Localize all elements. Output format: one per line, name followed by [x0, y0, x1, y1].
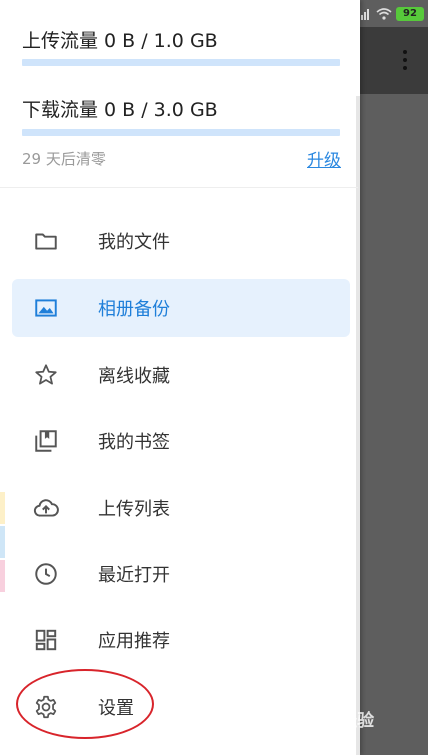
upload-quota: 上传流量 0 B / 1.0 GB [22, 26, 342, 66]
watermark: Bai 经验 [304, 711, 375, 731]
download-quota: 下载流量 0 B / 3.0 GB [22, 95, 342, 136]
menu-item-label: 离线收藏 [98, 366, 170, 387]
cloud-upload-icon [32, 494, 60, 522]
menu-item-photo-backup[interactable]: 相册备份 [12, 279, 350, 337]
wifi-icon [376, 8, 392, 20]
navigation-drawer: 上传流量 0 B / 1.0 GB 下载流量 0 B / 3.0 GB 29 天… [0, 0, 360, 755]
menu-item-label: 相册备份 [98, 299, 170, 320]
edge-strip-yellow [0, 492, 5, 524]
image-icon [32, 294, 60, 322]
drawer-scrollbar[interactable] [356, 96, 360, 755]
download-quota-bar [22, 129, 340, 136]
signal-icon [358, 8, 372, 20]
upload-quota-label: 上传流量 0 B / 1.0 GB [22, 30, 218, 52]
menu-item-recently-opened[interactable]: 最近打开 [12, 545, 350, 603]
quota-reset-text: 29 天后清零 [22, 150, 106, 168]
more-options-icon[interactable] [398, 50, 412, 74]
annotation-circle [16, 669, 154, 739]
menu-item-label: 我的文件 [98, 232, 170, 253]
menu-item-app-recommendations[interactable]: 应用推荐 [12, 611, 350, 669]
menu-item-offline-favorites[interactable]: 离线收藏 [12, 346, 350, 404]
edge-strip-pink [0, 560, 5, 592]
menu-item-label: 我的书签 [98, 432, 170, 453]
menu-item-label: 应用推荐 [98, 631, 170, 652]
dashboard-icon [32, 626, 60, 654]
upgrade-link[interactable]: 升级 [307, 146, 341, 171]
star-icon [32, 361, 60, 389]
battery-indicator: 92 [396, 7, 424, 21]
menu-item-label: 最近打开 [98, 565, 170, 586]
edge-strip-blue [0, 526, 5, 558]
menu-item-label: 上传列表 [98, 499, 170, 520]
upload-quota-bar [22, 59, 340, 66]
status-bar: 92 [358, 6, 424, 22]
clock-icon [32, 560, 60, 588]
menu-item-my-files[interactable]: 我的文件 [12, 212, 350, 270]
menu-item-upload-list[interactable]: 上传列表 [12, 479, 350, 537]
bookmark-icon [32, 427, 60, 455]
download-quota-label: 下载流量 0 B / 3.0 GB [22, 99, 218, 121]
folder-icon [32, 227, 60, 255]
menu-item-my-bookmarks[interactable]: 我的书签 [12, 412, 350, 470]
divider [0, 187, 358, 188]
